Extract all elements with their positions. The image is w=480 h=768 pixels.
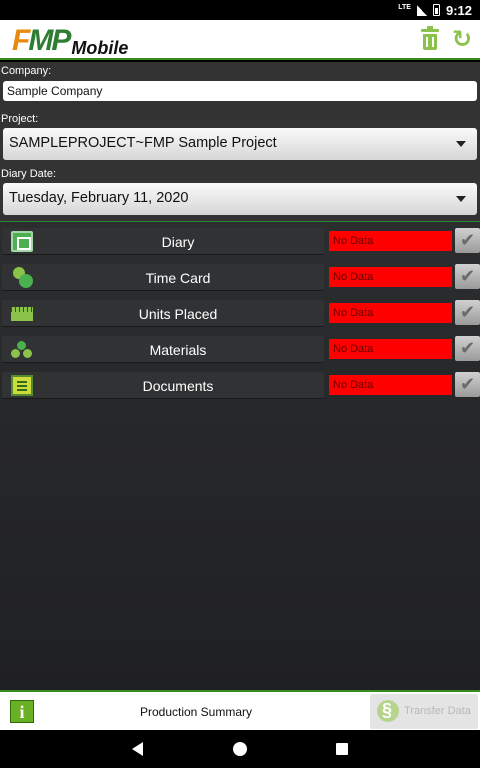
check-icon[interactable]: ✔	[455, 300, 480, 325]
project-label: Project:	[1, 113, 39, 125]
module-row-diary: Diary No Data ✔	[2, 228, 480, 256]
transfer-icon	[377, 700, 399, 722]
ruler-icon	[11, 307, 33, 321]
time-card-button[interactable]: Time Card	[2, 264, 324, 291]
module-label: Time Card	[145, 270, 211, 286]
diary-date-select[interactable]: Tuesday, February 11, 2020	[3, 183, 477, 215]
home-icon[interactable]	[233, 742, 247, 756]
nav-bar	[0, 730, 480, 768]
diary-date-value: Tuesday, February 11, 2020	[9, 190, 189, 206]
status-badge: No Data	[329, 231, 452, 251]
production-summary-button[interactable]: Production Summary	[40, 705, 352, 719]
project-select[interactable]: SAMPLEPROJECT~FMP Sample Project	[3, 128, 477, 160]
status-badge: No Data	[329, 339, 452, 359]
trash-icon[interactable]	[419, 26, 441, 52]
status-badge: No Data	[329, 375, 452, 395]
module-row-time-card: Time Card No Data ✔	[2, 264, 480, 292]
form-area: Company: Project: SAMPLEPROJECT~FMP Samp…	[0, 62, 480, 222]
people-icon	[11, 267, 33, 288]
transfer-data-button[interactable]: Transfer Data	[370, 694, 478, 729]
status-clock: 9:12	[445, 2, 472, 18]
logo-f: F	[12, 24, 30, 57]
clipboard-icon	[11, 375, 33, 396]
check-icon[interactable]: ✔	[455, 264, 480, 289]
check-icon[interactable]: ✔	[455, 336, 480, 361]
check-icon[interactable]: ✔	[455, 372, 480, 397]
units-placed-button[interactable]: Units Placed	[2, 300, 324, 327]
company-label: Company:	[1, 65, 52, 77]
status-bar: LTE 9:12	[0, 0, 480, 20]
documents-button[interactable]: Documents	[2, 372, 324, 399]
diary-date-label: Diary Date:	[1, 168, 57, 180]
refresh-icon[interactable]: ↻	[451, 28, 473, 52]
chevron-down-icon	[456, 196, 466, 202]
signal-icon	[416, 4, 427, 16]
logo-mp: MP	[28, 24, 71, 57]
status-badge: No Data	[329, 303, 452, 323]
materials-button[interactable]: Materials	[2, 336, 324, 363]
module-label: Units Placed	[138, 306, 218, 322]
module-label: Materials	[149, 342, 207, 358]
module-label: Diary	[161, 234, 195, 250]
battery-icon	[432, 4, 440, 16]
module-row-materials: Materials No Data ✔	[2, 336, 480, 364]
company-field[interactable]	[3, 81, 477, 101]
network-type: LTE	[398, 3, 411, 11]
status-badge: No Data	[329, 267, 452, 287]
app-header: FMP Mobile ↻	[0, 20, 480, 60]
materials-icon	[11, 339, 33, 360]
diary-button[interactable]: Diary	[2, 228, 324, 255]
bottom-bar: i Production Summary Transfer Data	[0, 690, 480, 730]
check-icon[interactable]: ✔	[455, 228, 480, 253]
transfer-data-label: Transfer Data	[404, 705, 471, 717]
chevron-down-icon	[456, 141, 466, 147]
project-select-value: SAMPLEPROJECT~FMP Sample Project	[9, 135, 277, 151]
module-row-documents: Documents No Data ✔	[2, 372, 480, 400]
logo-mobile: Mobile	[71, 38, 129, 58]
module-label: Documents	[142, 378, 214, 394]
back-icon[interactable]	[132, 742, 143, 756]
info-icon[interactable]: i	[10, 700, 34, 723]
module-row-units-placed: Units Placed No Data ✔	[2, 300, 480, 328]
app-logo: FMP Mobile	[12, 22, 129, 59]
diary-icon	[11, 231, 33, 252]
module-list: Diary No Data ✔ Time Card No Data ✔ Unit…	[0, 222, 480, 690]
recents-icon[interactable]	[336, 743, 348, 755]
